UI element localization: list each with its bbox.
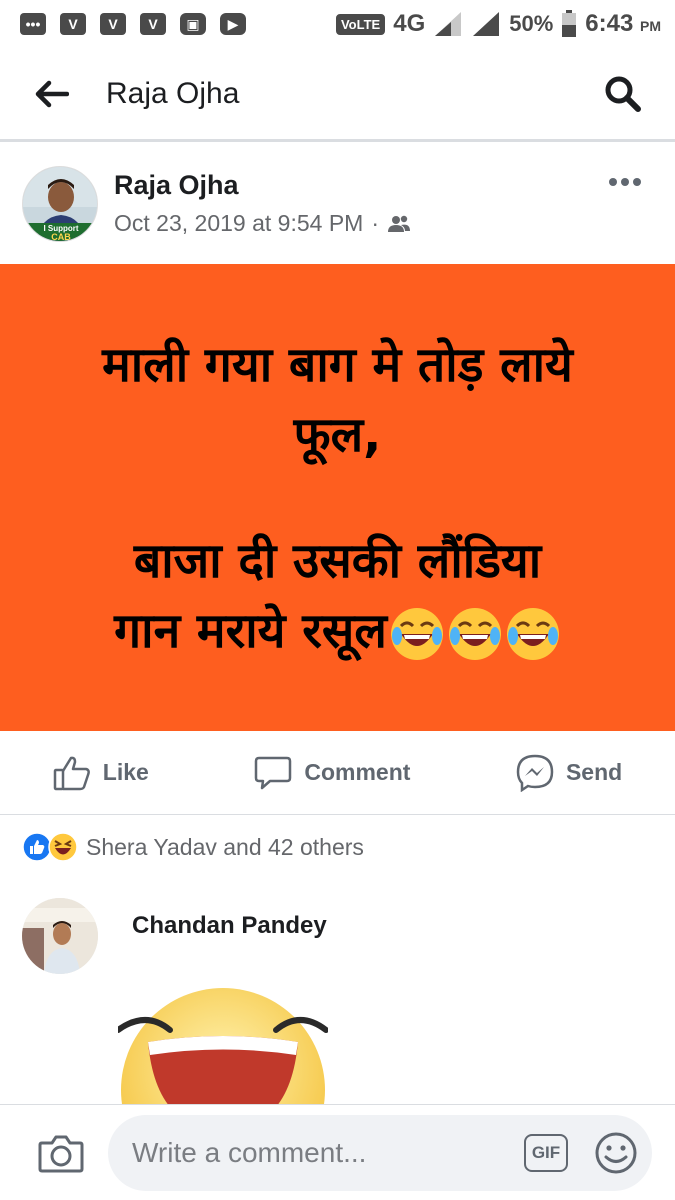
reaction-summary[interactable]: Shera Yadav and 42 others <box>22 832 364 862</box>
post-image-line: गान मराये रसूल <box>114 602 387 659</box>
thumbs-up-icon <box>53 756 90 790</box>
author-avatar-image: I Support CAB <box>23 167 97 242</box>
messenger-icon <box>516 754 554 792</box>
gif-button[interactable]: GIF <box>524 1133 568 1172</box>
commenter-avatar[interactable] <box>22 898 98 974</box>
v-app-icon: V <box>100 13 126 35</box>
comment-input-box: GIF <box>108 1114 652 1191</box>
comment-label: Comment <box>304 759 411 785</box>
back-button[interactable] <box>22 64 82 124</box>
comment-bubble-icon <box>255 756 292 789</box>
reaction-summary-text: Shera Yadav and 42 others <box>86 833 364 860</box>
gallery-icon: ▣ <box>180 13 206 35</box>
camera-button[interactable] <box>36 1131 86 1175</box>
post-image-line: माली गया बाग मे तोड़ लाये <box>102 336 573 393</box>
haha-reaction-icon <box>48 832 78 862</box>
tears-of-joy-icon <box>390 607 443 660</box>
post-header: I Support CAB Raja Ojha Oct 23, 2019 at … <box>0 160 675 250</box>
comment-input[interactable] <box>132 1136 524 1169</box>
post-image-line-with-emoji: गान मराये रसूल <box>114 596 561 666</box>
post-image-line: फूल, <box>293 406 382 463</box>
send-label: Send <box>565 759 623 785</box>
tears-of-joy-icon <box>506 607 559 660</box>
status-bar: ••• V V V ▣ ▶ VoLTE 4G 50% 6:43 PM <box>0 0 675 48</box>
comment-composer: GIF <box>0 1104 675 1200</box>
post-image-line: बाजा दी उसकी लौंडिया <box>133 532 542 589</box>
youtube-icon: ▶ <box>220 13 246 35</box>
emoji-picker-icon[interactable] <box>594 1131 638 1175</box>
notification-icons: ••• V V V ▣ ▶ <box>20 13 246 35</box>
comment-button[interactable]: Comment <box>254 755 410 791</box>
author-avatar[interactable]: I Support CAB <box>22 166 98 242</box>
battery-icon <box>562 10 577 37</box>
commenter-avatar-image <box>22 898 98 974</box>
tears-of-joy-icon <box>448 607 501 660</box>
clock: 6:43 PM <box>585 10 661 38</box>
message-icon: ••• <box>20 13 46 35</box>
v-app-icon: V <box>60 13 86 35</box>
send-button[interactable]: Send <box>516 754 622 792</box>
app-bar: Raja Ojha <box>0 48 675 142</box>
like-button[interactable]: Like <box>53 755 149 791</box>
page-title: Raja Ojha <box>106 76 240 110</box>
back-arrow-icon <box>35 80 69 107</box>
battery-percent: 50% <box>509 11 554 36</box>
post-author[interactable]: Raja Ojha <box>114 170 239 201</box>
friends-icon <box>388 215 410 232</box>
volte-badge: VoLTE <box>335 13 386 35</box>
signal-icon <box>473 12 500 36</box>
signal-icon <box>435 12 462 36</box>
post-timestamp[interactable]: Oct 23, 2019 at 9:54 PM <box>114 210 363 237</box>
v-app-icon: V <box>140 13 166 35</box>
meta-separator: · <box>371 210 379 236</box>
post-image[interactable]: माली गया बाग मे तोड़ लाये फूल, बाजा दी उ… <box>0 264 675 731</box>
clock-meridiem: PM <box>640 18 661 34</box>
comment-sticker[interactable] <box>118 980 328 1110</box>
post-actions: Like Comment Send <box>0 731 675 815</box>
network-type: 4G <box>393 10 426 37</box>
svg-text:CAB: CAB <box>51 232 71 242</box>
more-options-button[interactable] <box>605 172 645 192</box>
laughing-sticker-icon <box>118 988 328 1110</box>
commenter-name[interactable]: Chandan Pandey <box>132 912 327 940</box>
camera-icon <box>38 1135 84 1172</box>
more-dots-icon <box>609 178 641 186</box>
clock-time: 6:43 <box>585 10 634 37</box>
search-icon <box>605 76 641 112</box>
search-button[interactable] <box>595 66 651 122</box>
post-meta: Oct 23, 2019 at 9:54 PM · <box>114 210 411 237</box>
like-label: Like <box>102 759 149 785</box>
